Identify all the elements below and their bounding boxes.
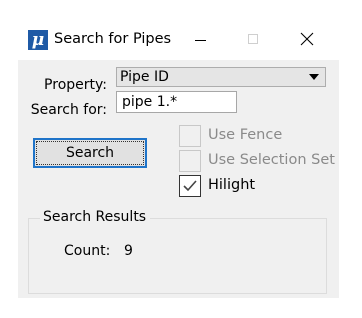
search-input[interactable]: pipe 1.* [116, 91, 237, 113]
search-input-value: pipe 1.* [122, 94, 178, 110]
hilight-checkbox[interactable] [179, 175, 201, 197]
use-fence-label: Use Fence [208, 127, 283, 143]
dialog-window: μ Search for Pipes Property: Pipe ID Sea… [18, 20, 339, 298]
property-value: Pipe ID [120, 69, 169, 85]
property-label: Property: [44, 77, 107, 93]
maximize-button [231, 20, 277, 60]
checkmark-icon [183, 180, 197, 192]
window-title: Search for Pipes [54, 31, 172, 47]
search-button[interactable]: Search [33, 138, 147, 168]
minimize-button[interactable] [178, 20, 224, 60]
search-results-title: Search Results [40, 209, 151, 225]
close-button[interactable] [284, 20, 330, 60]
property-dropdown[interactable]: Pipe ID [116, 67, 326, 87]
chevron-down-icon [309, 74, 319, 80]
use-selection-set-checkbox[interactable] [179, 150, 201, 172]
hilight-label[interactable]: Hilight [208, 177, 255, 193]
count-label: Count: [64, 243, 111, 259]
search-button-label: Search [65, 145, 115, 161]
title-bar[interactable]: μ Search for Pipes [18, 20, 339, 60]
use-selection-set-label: Use Selection Set [208, 152, 335, 168]
close-icon [300, 32, 314, 46]
app-icon: μ [28, 30, 48, 50]
use-fence-checkbox[interactable] [179, 125, 201, 147]
count-value: 9 [124, 243, 133, 259]
search-for-label: Search for: [30, 102, 107, 118]
